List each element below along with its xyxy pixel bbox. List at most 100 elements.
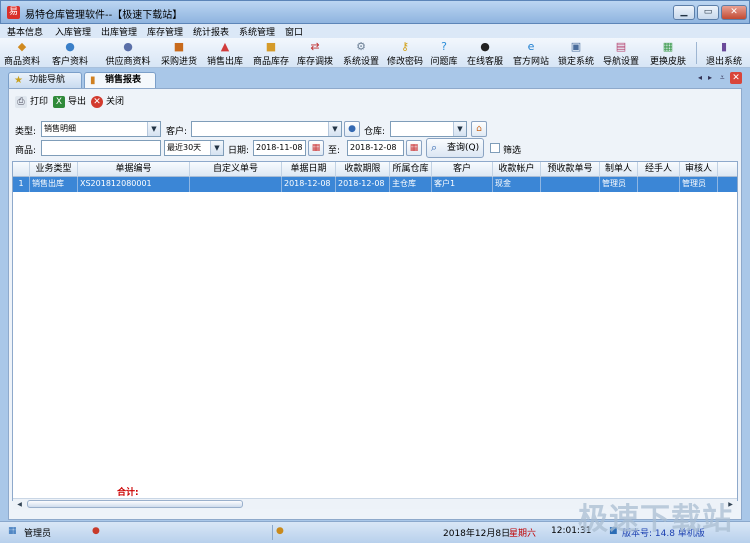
truck-icon: ■ — [173, 40, 185, 53]
maximize-button[interactable]: ▭ — [697, 5, 719, 20]
ie-icon: e — [527, 40, 535, 53]
toolbar-goods-button[interactable]: ◆ 商品资料 — [2, 39, 42, 67]
status-weekday: 星期六 — [509, 529, 537, 539]
column-header-custom-no[interactable]: 自定义单号 — [190, 162, 282, 177]
toolbar-purchase-label: 采购进货 — [160, 57, 197, 67]
table-row[interactable]: 1 销售出库 XS201812080001 2018-12-08 2018-12… — [13, 177, 737, 192]
exit-icon: ▮ — [720, 40, 728, 53]
settings-icon: ⚙ — [356, 40, 366, 53]
goods-input[interactable] — [41, 140, 161, 156]
export-button[interactable]: X 导出 — [53, 95, 86, 109]
toolbar-lock-button[interactable]: ▣ 锁定系统 — [556, 39, 596, 67]
filter-label: 筛选 — [503, 146, 522, 156]
tab-scroll-left-icon[interactable]: ◂ — [698, 73, 702, 82]
menu-basic-info[interactable]: 基本信息 — [7, 25, 43, 38]
date-from-calendar-button[interactable]: ▦ — [308, 140, 324, 156]
close-report-button[interactable]: ✕ 关闭 — [91, 95, 124, 109]
column-header-doc-date[interactable]: 单据日期 — [282, 162, 336, 177]
cell-creator: 管理员 — [600, 177, 638, 192]
cell-handler — [638, 177, 680, 192]
tab-sales-report[interactable]: ▮ 销售报表 — [84, 72, 156, 88]
date-from-input[interactable]: 2018-11-08 — [253, 140, 306, 156]
toolbar-support-button[interactable]: ● 在线客服 — [464, 39, 506, 67]
document-tabs: ★ 功能导航 ▮ 销售报表 ◂ ▸ ⩡ ✕ — [4, 70, 746, 88]
toolbar-website-button[interactable]: e 官方网站 — [510, 39, 552, 67]
filter-row-date: 商品: 最近30天 ▼ 日期: 2018-11-08 ▦ 至: 2018-12-… — [9, 138, 741, 158]
toolbar-password-button[interactable]: ⚷ 修改密码 — [384, 39, 426, 67]
cell-prepay-no — [541, 177, 600, 192]
menu-system[interactable]: 系统管理 — [239, 25, 275, 38]
toolbar-sales-button[interactable]: ▲ 销售出库 — [204, 39, 246, 67]
toolbar-exit-button[interactable]: ▮ 退出系统 — [702, 39, 746, 67]
toolbar-exit-label: 退出系统 — [705, 57, 742, 67]
export-label: 导出 — [68, 97, 87, 107]
toolbar-settings-label: 系统设置 — [342, 57, 379, 67]
menu-inventory[interactable]: 库存管理 — [147, 25, 183, 38]
scrollbar-thumb[interactable] — [27, 500, 243, 508]
customer-label: 客户: — [166, 127, 188, 137]
minimize-button[interactable]: ▁ — [673, 5, 695, 20]
cell-doc-date: 2018-12-08 — [282, 177, 336, 192]
column-header-creator[interactable]: 制单人 — [600, 162, 638, 177]
column-header-index[interactable] — [13, 162, 30, 177]
menu-inbound[interactable]: 入库管理 — [55, 25, 91, 38]
print-button[interactable]: ⎙ 打印 — [15, 95, 48, 109]
column-header-auditor[interactable]: 审核人 — [680, 162, 718, 177]
warehouse-lookup-button[interactable]: ⌂ — [471, 121, 487, 137]
date-from-value: 2018-11-08 — [256, 143, 303, 152]
toolbar-customer-label: 客户资料 — [51, 57, 88, 67]
toolbar-goods-label: 商品资料 — [3, 57, 40, 67]
cell-biz-type: 销售出库 — [30, 177, 78, 192]
query-button[interactable]: ⌕ 查询(Q) — [426, 138, 484, 158]
toolbar-purchase-button[interactable]: ■ 采购进货 — [158, 39, 200, 67]
period-select[interactable]: 最近30天 ▼ — [164, 140, 224, 156]
tab-function-nav[interactable]: ★ 功能导航 — [8, 72, 82, 88]
toolbar-skin-label: 更换皮肤 — [649, 57, 686, 67]
tab-scroll-right-icon[interactable]: ▸ — [708, 73, 712, 82]
date-to-calendar-button[interactable]: ▦ — [406, 140, 422, 156]
tab-list-icon[interactable]: ⩡ — [720, 73, 725, 83]
column-header-doc-no[interactable]: 单据编号 — [78, 162, 190, 177]
column-header-handler[interactable]: 经手人 — [638, 162, 680, 177]
close-button[interactable]: ✕ — [721, 5, 747, 20]
customer-lookup-button[interactable]: ● — [344, 121, 360, 137]
toolbar-supplier-button[interactable]: ● 供应商资料 — [102, 39, 154, 67]
toolbar-skin-button[interactable]: ▦ 更换皮肤 — [646, 39, 690, 67]
cell-auditor: 管理员 — [680, 177, 718, 192]
menu-outbound[interactable]: 出库管理 — [101, 25, 137, 38]
sales-report-panel: ⎙ 打印 X 导出 ✕ 关闭 类型: 销售明细 ▼ 客户: ▼ ● 仓库: ▼ — [8, 88, 742, 520]
column-header-due-date[interactable]: 收款期限 — [336, 162, 390, 177]
toolbar-separator — [696, 42, 697, 64]
toolbar-settings-button[interactable]: ⚙ 系统设置 — [340, 39, 382, 67]
menu-reports[interactable]: 统计报表 — [193, 25, 229, 38]
type-select[interactable]: 销售明细 ▼ — [41, 121, 161, 137]
toolbar-nav-button[interactable]: ▤ 导航设置 — [600, 39, 642, 67]
title-bar: 易 易特仓库管理软件--【极速下载站】 ▁ ▭ ✕ — [0, 0, 750, 24]
tab-close-icon[interactable]: ✕ — [730, 72, 742, 84]
customer-select[interactable]: ▼ — [191, 121, 342, 137]
toolbar-customer-button[interactable]: ● 客户资料 — [46, 39, 94, 67]
filter-checkbox[interactable] — [490, 143, 500, 153]
toolbar-transfer-button[interactable]: ⇄ 库存调拨 — [294, 39, 336, 67]
toolbar-stock-button[interactable]: ■ 商品库存 — [250, 39, 292, 67]
type-label: 类型: — [15, 127, 37, 137]
filter-row-type: 类型: 销售明细 ▼ 客户: ▼ ● 仓库: ▼ ⌂ — [9, 121, 741, 139]
status-user: 管理员 — [24, 529, 52, 539]
cell-custom-no — [190, 177, 282, 192]
date-to-input[interactable]: 2018-12-08 — [347, 140, 404, 156]
status-divider — [272, 525, 273, 540]
warehouse-select[interactable]: ▼ — [390, 121, 467, 137]
column-header-biz-type[interactable]: 业务类型 — [30, 162, 78, 177]
column-header-customer[interactable]: 客户 — [432, 162, 493, 177]
menu-window[interactable]: 窗口 — [285, 25, 303, 38]
vip-icon: ● — [92, 526, 100, 536]
period-value: 最近30天 — [167, 143, 202, 152]
main-toolbar: ◆ 商品资料 ● 客户资料 ● 供应商资料 ■ 采购进货 ▲ 销售出库 ■ 商品… — [0, 38, 750, 68]
scroll-left-icon[interactable]: ◀ — [14, 500, 25, 509]
column-header-warehouse[interactable]: 所属仓库 — [390, 162, 432, 177]
toolbar-faq-button[interactable]: ? 问题库 — [428, 39, 460, 67]
column-header-account[interactable]: 收款帐户 — [493, 162, 541, 177]
type-value: 销售明细 — [44, 124, 76, 133]
column-header-prepay-no[interactable]: 预收款单号 — [541, 162, 600, 177]
toolbar-nav-label: 导航设置 — [602, 57, 639, 67]
